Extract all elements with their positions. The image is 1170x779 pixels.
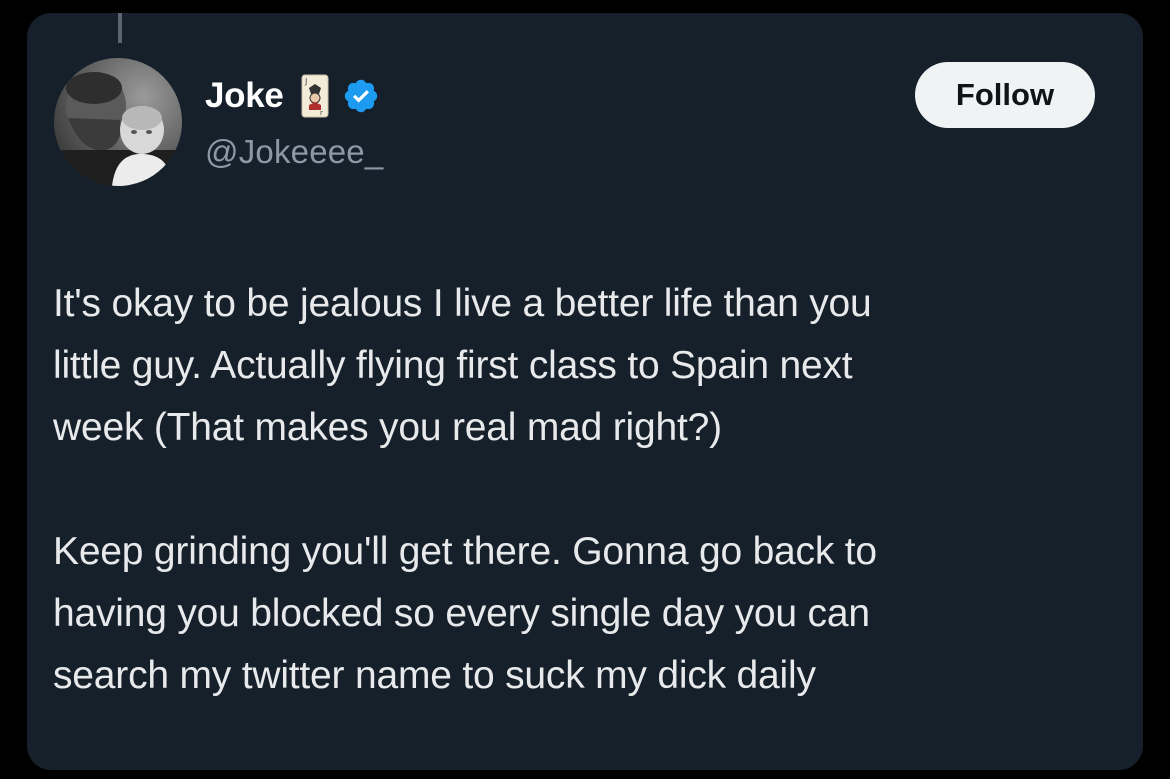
tweet-card: Joke J r @Jokeeee_ Follow It's okay to b…: [27, 13, 1143, 770]
tweet-line: It's okay to be jealous I live a better …: [53, 282, 872, 325]
verified-badge-icon: [344, 79, 377, 113]
author-display-name[interactable]: Joke: [205, 76, 284, 116]
avatar-photo: [54, 58, 182, 186]
svg-text:J: J: [304, 77, 307, 86]
tweet-line: week (That makes you real mad right?): [53, 406, 722, 449]
tweet-text: It's okay to be jealous I live a better …: [53, 273, 1133, 707]
tweet-line: little guy. Actually flying first class …: [53, 344, 853, 387]
tweet-line: having you blocked so every single day y…: [53, 592, 870, 635]
tweet-line: Keep grinding you'll get there. Gonna go…: [53, 530, 877, 573]
avatar[interactable]: [54, 58, 182, 186]
author-handle[interactable]: @Jokeeee_: [205, 133, 383, 171]
follow-button[interactable]: Follow: [915, 62, 1095, 128]
tweet-line: search my twitter name to suck my dick d…: [53, 654, 816, 697]
joker-card-emoji-icon: J r: [301, 74, 329, 118]
author-name-row: Joke J r: [205, 73, 380, 119]
thread-connector-line: [118, 13, 122, 43]
svg-text:r: r: [320, 109, 323, 117]
